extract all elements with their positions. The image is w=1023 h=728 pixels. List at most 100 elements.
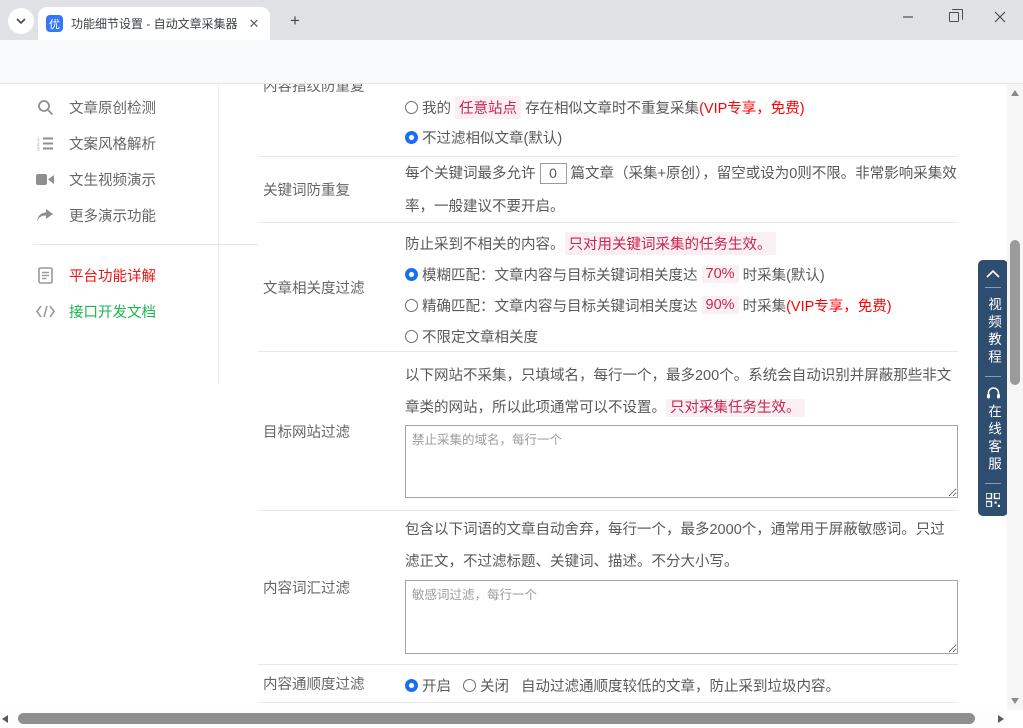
chevron-down-icon	[16, 18, 26, 24]
radio-option-exact-match[interactable]: 精确匹配：文章内容与目标关键词相关度达 90% 时采集(VIP专享，免费)	[405, 290, 958, 321]
online-service-button[interactable]: 在线客服	[985, 404, 1001, 474]
option-text[interactable]: 开启	[422, 675, 451, 696]
page-content: 文章原创检测 123 文案风格解析 文生视频演示 更多演示功能 平台功能详解	[0, 84, 1023, 728]
sidebar-item-label: 文章原创检测	[69, 97, 156, 118]
sidebar-divider	[33, 244, 259, 245]
option-text: 不过滤相似文章(默认)	[422, 127, 562, 148]
search-icon	[35, 97, 55, 117]
document-icon	[35, 265, 55, 285]
option-text[interactable]: 关闭	[480, 675, 509, 696]
blocked-domains-textarea[interactable]	[405, 425, 958, 498]
notice-highlight: 只对采集任务生效。	[666, 399, 805, 417]
option-text: 精确匹配：文章内容与目标关键词相关度达	[422, 295, 698, 316]
svg-text:3: 3	[37, 146, 40, 151]
sidebar-item-api-docs[interactable]: 接口开发文档	[35, 293, 219, 329]
setting-text: 每个关键词最多允许	[405, 166, 536, 182]
headset-icon	[986, 386, 1001, 400]
ordered-list-icon: 123	[35, 133, 55, 153]
vertical-scrollbar-thumb[interactable]	[1010, 240, 1020, 385]
minimize-button[interactable]	[885, 0, 931, 34]
horizontal-scrollbar[interactable]	[0, 710, 1007, 728]
scroll-to-top-button[interactable]	[986, 270, 1000, 278]
setting-text: 防止采到不相关的内容。	[405, 233, 565, 254]
scrollbar-down-arrow[interactable]	[1011, 698, 1019, 704]
tab-close-icon[interactable]: ✕	[246, 16, 262, 32]
setting-label: 内容指纹防重复	[258, 84, 405, 156]
tab-title: 功能细节设置 - 自动文章采集器	[71, 15, 246, 32]
scrollbar-left-arrow[interactable]	[2, 715, 8, 723]
setting-text: 自动过滤通顺度较低的文章，防止采到垃圾内容。	[521, 675, 840, 696]
radio-unchecked-icon[interactable]	[463, 679, 476, 692]
panel-divider	[985, 287, 1001, 288]
new-tab-button[interactable]: +	[283, 9, 307, 33]
window-controls	[885, 0, 1023, 40]
setting-text: 包含以下词语的文章自动舍弃，每行一个，最多2000个，通常用于屏蔽敏感词。只过滤…	[405, 522, 945, 570]
setting-label: 关键词防重复	[258, 179, 405, 200]
settings-form: 内容指纹防重复 我的 任意站点 存在相似文章时不重复采集(VIP专享，免费) 不…	[258, 84, 958, 703]
radio-option-fuzzy-match[interactable]: 模糊匹配：文章内容与目标关键词相关度达 70% 时采集(默认)	[405, 259, 958, 290]
sidebar-item-originality-check[interactable]: 文章原创检测	[35, 89, 219, 125]
setting-label: 文章相关度过滤	[258, 277, 405, 298]
sidebar-item-more-demos[interactable]: 更多演示功能	[35, 197, 219, 233]
option-text: 模糊匹配：文章内容与目标关键词相关度达	[422, 264, 698, 285]
scrollbar-up-arrow[interactable]	[1011, 90, 1019, 96]
video-camera-icon	[35, 169, 55, 189]
vip-note: (VIP专享，免费)	[786, 295, 892, 316]
radio-option-my-sites[interactable]: 我的 任意站点 存在相似文章时不重复采集(VIP专享，免费)	[405, 92, 958, 122]
sidebar-item-label: 更多演示功能	[69, 205, 156, 226]
percent-highlight: 90%	[702, 296, 739, 314]
sidebar-item-label: 平台功能详解	[69, 265, 156, 286]
radio-unchecked-icon[interactable]	[405, 330, 418, 343]
max-articles-input[interactable]	[540, 163, 567, 184]
restore-button[interactable]	[931, 0, 977, 34]
qr-code-button[interactable]	[986, 493, 1000, 507]
panel-divider	[985, 376, 1001, 377]
close-window-button[interactable]	[977, 0, 1023, 34]
video-tutorial-button[interactable]: 视频教程	[985, 297, 1001, 367]
browser-tab[interactable]: 优 功能细节设置 - 自动文章采集器 ✕	[38, 7, 270, 40]
option-text: 存在相似文章时不重复采集	[525, 97, 699, 118]
browser-toolbar: ucaiyun.com/caiji/settings/ ☆ 井 ⋮	[0, 40, 1023, 84]
setting-row-word-filter: 内容词汇过滤 包含以下词语的文章自动舍弃，每行一个，最多2000个，通常用于屏蔽…	[258, 511, 958, 665]
sidebar-item-label: 文生视频演示	[69, 169, 156, 190]
sidebar-item-label: 接口开发文档	[69, 301, 156, 322]
sidebar-nav: 文章原创检测 123 文案风格解析 文生视频演示 更多演示功能 平台功能详解	[35, 84, 219, 329]
notice-highlight: 只对用关键词采集的任务生效。	[565, 232, 776, 255]
vertical-scrollbar[interactable]	[1007, 84, 1023, 710]
setting-label: 内容词汇过滤	[258, 577, 405, 598]
sidebar-item-style-analysis[interactable]: 123 文案风格解析	[35, 125, 219, 161]
option-text: 时采集	[743, 295, 787, 316]
radio-option-no-filter[interactable]: 不过滤相似文章(默认)	[405, 122, 958, 152]
panel-divider	[985, 483, 1001, 484]
radio-unchecked-icon[interactable]	[405, 101, 418, 114]
radio-option-no-limit[interactable]: 不限定文章相关度	[405, 321, 958, 352]
horizontal-scrollbar-thumb[interactable]	[18, 713, 975, 724]
percent-highlight: 70%	[702, 265, 739, 283]
minimize-icon	[902, 11, 914, 23]
option-text: 不限定文章相关度	[422, 326, 538, 347]
setting-row-fingerprint-dedup: 内容指纹防重复 我的 任意站点 存在相似文章时不重复采集(VIP专享，免费) 不…	[258, 84, 958, 157]
radio-checked-icon[interactable]	[405, 679, 418, 692]
setting-row-keyword-dedup: 关键词防重复 每个关键词最多允许篇文章（采集+原创），留空或设为0则不限。非常影…	[258, 157, 958, 223]
qr-code-icon	[986, 493, 1000, 507]
tab-search-button[interactable]	[8, 8, 34, 34]
radio-checked-icon[interactable]	[405, 131, 418, 144]
radio-checked-icon[interactable]	[405, 268, 418, 281]
option-highlight: 任意站点	[455, 96, 521, 119]
floating-help-panel: 视频教程 在线客服	[978, 260, 1008, 516]
scrollbar-right-arrow[interactable]	[998, 715, 1004, 723]
setting-row-relevance-filter: 文章相关度过滤 防止采到不相关的内容。只对用关键词采集的任务生效。 模糊匹配：文…	[258, 223, 958, 352]
code-icon	[35, 301, 55, 321]
sidebar-item-platform-guide[interactable]: 平台功能详解	[35, 257, 219, 293]
sensitive-words-textarea[interactable]	[405, 580, 958, 654]
radio-unchecked-icon[interactable]	[405, 299, 418, 312]
setting-row-site-filter: 目标网站过滤 以下网站不采集，只填域名，每行一个，最多200个。系统会自动识别并…	[258, 352, 958, 511]
site-favicon: 优	[46, 15, 63, 32]
chevron-up-icon	[986, 270, 1000, 278]
close-icon	[994, 11, 1006, 23]
option-text: 我的	[422, 97, 451, 118]
setting-row-fluency-filter: 内容通顺度过滤 开启 关闭 自动过滤通顺度较低的文章，防止采到垃圾内容。	[258, 665, 958, 703]
sidebar-item-text-to-video[interactable]: 文生视频演示	[35, 161, 219, 197]
browser-tab-strip: 优 功能细节设置 - 自动文章采集器 ✕ +	[0, 0, 1023, 40]
vip-note: (VIP专享，免费)	[699, 97, 805, 118]
